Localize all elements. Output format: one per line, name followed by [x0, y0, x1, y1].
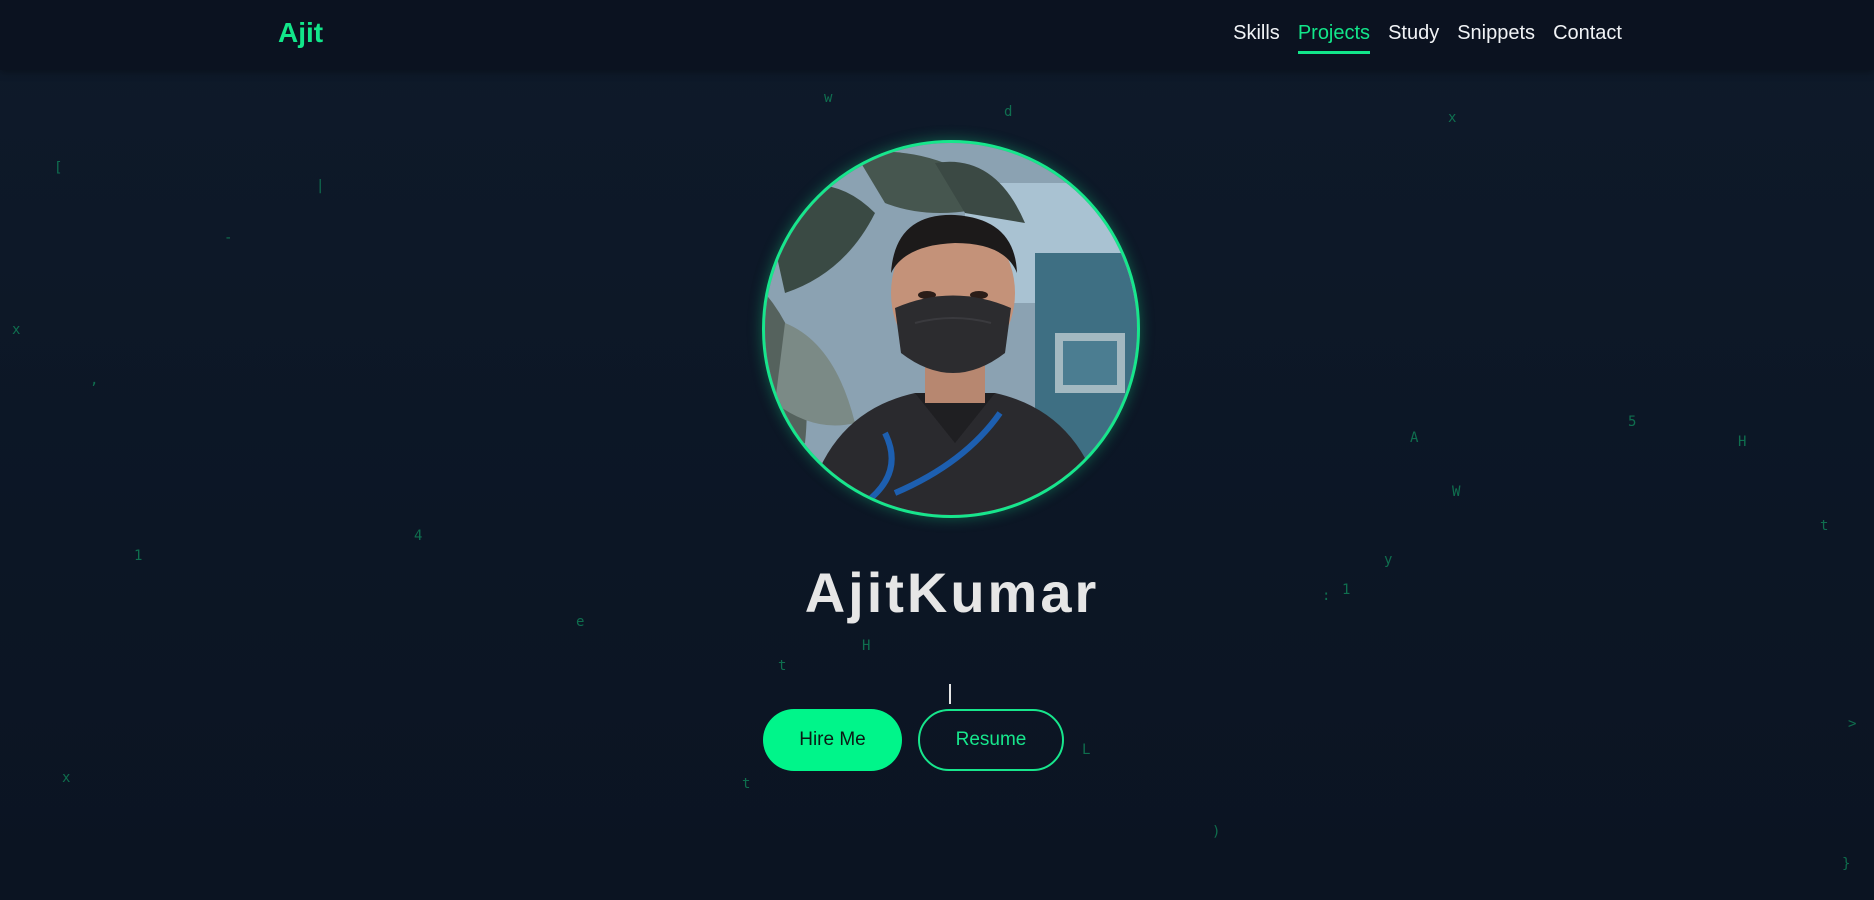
- nav-item-projects[interactable]: Projects: [1297, 22, 1371, 54]
- page: w d x [ | - x , A 5 H W t 4 1 y : 1 e H …: [0, 0, 1874, 900]
- resume-button[interactable]: Resume: [918, 709, 1064, 771]
- hero-name: AjitKumar: [804, 561, 1100, 624]
- bg-glyph: ,: [90, 372, 99, 388]
- bg-glyph: x: [12, 322, 21, 338]
- bg-glyph: x: [1448, 110, 1457, 126]
- bg-glyph: -: [224, 230, 233, 246]
- bg-glyph: H: [1738, 434, 1747, 450]
- nav-item-contact[interactable]: Contact: [1553, 22, 1622, 54]
- bg-glyph: ): [1212, 824, 1221, 840]
- profile-photo: [762, 140, 1140, 518]
- bg-glyph: 5: [1628, 414, 1637, 430]
- hire-me-button[interactable]: Hire Me: [763, 709, 902, 771]
- bg-glyph: [: [54, 160, 63, 176]
- bg-glyph: A: [1410, 430, 1419, 446]
- bg-glyph: d: [1004, 104, 1013, 120]
- nav-item-study[interactable]: Study: [1388, 22, 1439, 54]
- bg-glyph: t: [1820, 518, 1829, 534]
- main-nav: Skills Projects Study Snippets Contact: [1233, 22, 1622, 54]
- nav-item-skills[interactable]: Skills: [1233, 22, 1280, 54]
- bg-glyph: 4: [414, 528, 423, 544]
- bg-glyph: |: [316, 178, 325, 194]
- typing-cursor: [949, 684, 951, 704]
- bg-glyph: x: [62, 770, 71, 786]
- bg-glyph: W: [1452, 484, 1461, 500]
- bg-glyph: H: [862, 638, 871, 654]
- bg-glyph: L: [1082, 742, 1091, 758]
- bg-glyph: w: [824, 90, 833, 106]
- bg-glyph: >: [1848, 716, 1857, 732]
- top-navbar: Ajit Skills Projects Study Snippets Cont…: [0, 0, 1874, 70]
- brand-logo[interactable]: Ajit: [278, 17, 323, 49]
- bg-glyph: }: [1842, 856, 1851, 872]
- bg-glyph: t: [742, 776, 751, 792]
- nav-item-snippets[interactable]: Snippets: [1457, 22, 1535, 54]
- bg-glyph: t: [778, 658, 787, 674]
